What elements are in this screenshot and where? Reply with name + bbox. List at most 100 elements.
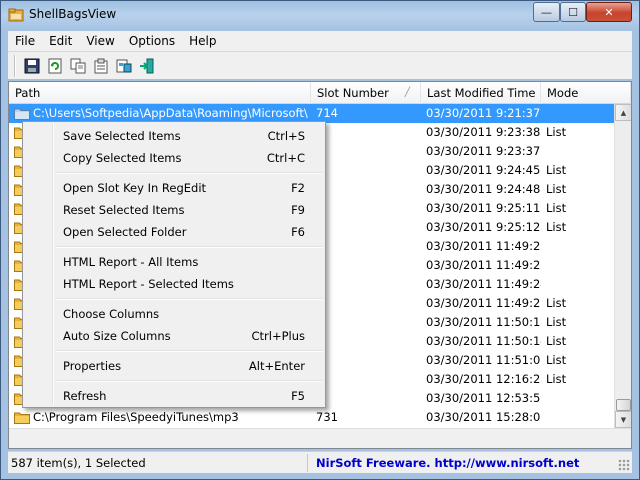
cell-mode xyxy=(546,275,606,294)
cell-mode: List xyxy=(546,334,567,348)
exit-icon xyxy=(139,58,153,73)
exit-button[interactable] xyxy=(135,55,158,77)
cell-mode xyxy=(546,237,606,256)
context-menu-item[interactable]: Refresh F5 xyxy=(25,385,323,407)
menu-item-label: Open Slot Key In RegEdit xyxy=(63,181,207,195)
cell-mode: List xyxy=(546,125,567,139)
cell-slot-number: 9 xyxy=(316,199,416,218)
cell-mode: List xyxy=(546,296,567,310)
column-header-slot[interactable]: Slot Number ╱ xyxy=(311,82,421,104)
context-menu-item[interactable]: Open Slot Key In RegEdit F2 xyxy=(25,177,323,199)
save-icon xyxy=(24,58,39,73)
menu-edit[interactable]: Edit xyxy=(42,34,79,48)
context-menu-item[interactable]: HTML Report - All Items xyxy=(25,251,323,273)
cell-mode: List xyxy=(546,315,567,329)
menu-item-label: Choose Columns xyxy=(63,307,160,321)
app-icon xyxy=(8,8,24,22)
menu-item-shortcut: F9 xyxy=(291,203,305,217)
open-regedit-icon xyxy=(116,59,131,72)
toolbar-separator xyxy=(14,54,16,77)
menu-item-label: Properties xyxy=(63,359,122,373)
cell-mode: List xyxy=(546,201,567,215)
menu-view[interactable]: View xyxy=(79,34,121,48)
properties-icon xyxy=(94,58,107,73)
cell-modified-time: 03/30/2011 12:53:58 xyxy=(426,391,541,405)
cell-slot-number: 7 xyxy=(316,161,416,180)
refresh-icon xyxy=(48,58,61,73)
cell-slot-number: 8 xyxy=(316,370,416,389)
cell-modified-time: 03/30/2011 11:50:12 xyxy=(426,315,541,329)
cell-mode xyxy=(546,389,606,408)
context-menu-item[interactable]: HTML Report - Selected Items xyxy=(25,273,323,295)
context-menu-item[interactable]: Choose Columns xyxy=(25,303,323,325)
cell-modified-time: 03/30/2011 11:49:21 xyxy=(426,239,541,253)
save-button[interactable] xyxy=(20,55,43,77)
cell-slot-number: 2 xyxy=(316,256,416,275)
scroll-thumb[interactable] xyxy=(616,399,631,411)
cell-modified-time: 03/30/2011 9:24:48 xyxy=(426,182,541,196)
cell-slot-number: 5 xyxy=(316,123,416,142)
cell-mode: List xyxy=(546,182,567,196)
copy-button[interactable] xyxy=(66,55,89,77)
cell-modified-time: 03/30/2011 11:50:14 xyxy=(426,334,541,348)
column-header-path[interactable]: Path xyxy=(9,82,311,104)
cell-modified-time: 03/30/2011 9:21:37 xyxy=(426,106,541,120)
cell-modified-time: 03/30/2011 9:23:37 xyxy=(426,144,541,158)
column-header-time[interactable]: Last Modified Time xyxy=(421,82,541,104)
cell-mode xyxy=(546,142,606,161)
open-regedit-button[interactable] xyxy=(112,55,135,77)
cell-modified-time: 03/30/2011 9:25:12 xyxy=(426,220,541,234)
cell-mode: List xyxy=(546,353,567,367)
cell-slot-number: 1 xyxy=(316,237,416,256)
menu-item-label: Copy Selected Items xyxy=(63,151,182,165)
menu-file[interactable]: File xyxy=(8,34,42,48)
minimize-button[interactable]: — xyxy=(533,2,560,22)
menu-item-shortcut: F5 xyxy=(291,389,305,403)
cell-mode xyxy=(546,256,606,275)
properties-button[interactable] xyxy=(89,55,112,77)
scroll-down-icon[interactable]: ▼ xyxy=(615,411,631,428)
cell-slot-number: 731 xyxy=(316,410,338,424)
cell-slot-number: 9 xyxy=(316,389,416,408)
cell-slot-number: 4 xyxy=(316,294,416,313)
menu-separator xyxy=(55,172,323,174)
cell-mode: List xyxy=(546,163,567,177)
status-item-count: 587 item(s), 1 Selected xyxy=(8,454,308,472)
nirsoft-link[interactable]: NirSoft Freeware. http://www.nirsoft.net xyxy=(316,454,579,472)
copy-icon xyxy=(70,58,85,73)
context-menu-item[interactable]: Properties Alt+Enter xyxy=(25,355,323,377)
cell-modified-time: 03/30/2011 9:24:45 xyxy=(426,163,541,177)
scroll-up-icon[interactable]: ▲ xyxy=(615,104,631,121)
menu-item-shortcut: Alt+Enter xyxy=(248,359,305,373)
cell-slot-number: 8 xyxy=(316,180,416,199)
column-header-mode[interactable]: Mode xyxy=(541,82,631,104)
title-bar[interactable]: ShellBagsView — ☐ ✕ xyxy=(1,1,639,31)
cell-modified-time: 03/30/2011 11:49:24 xyxy=(426,277,541,291)
menu-separator xyxy=(55,246,323,248)
context-menu-item[interactable]: Auto Size Columns Ctrl+Plus xyxy=(25,325,323,347)
menu-item-shortcut: F2 xyxy=(291,181,305,195)
context-menu-item[interactable]: Open Selected Folder F6 xyxy=(25,221,323,243)
context-menu-item[interactable]: Save Selected Items Ctrl+S xyxy=(25,125,323,147)
context-menu-item[interactable]: Reset Selected Items F9 xyxy=(25,199,323,221)
menu-item-shortcut: Ctrl+S xyxy=(267,129,305,143)
cell-mode xyxy=(546,104,606,123)
cell-modified-time: 03/30/2011 9:23:38 xyxy=(426,125,541,139)
close-button[interactable]: ✕ xyxy=(586,2,632,22)
maximize-button[interactable]: ☐ xyxy=(560,2,586,22)
cell-modified-time: 03/30/2011 12:16:22 xyxy=(426,372,541,386)
window-title: ShellBagsView xyxy=(29,7,117,21)
context-menu-item[interactable]: Copy Selected Items Ctrl+C xyxy=(25,147,323,169)
resize-grip-icon[interactable] xyxy=(618,459,630,471)
table-row[interactable]: C:\Program Files\SpeedyiTunes\mp3 731 03/3… xyxy=(9,408,614,427)
vertical-scrollbar[interactable]: ▲ ▼ xyxy=(614,104,631,428)
status-bar: 587 item(s), 1 Selected NirSoft Freeware… xyxy=(8,451,632,473)
column-header-slot-label: Slot Number xyxy=(317,86,389,100)
menu-options[interactable]: Options xyxy=(122,34,182,48)
menu-item-shortcut: Ctrl+C xyxy=(266,151,305,165)
menu-item-label: Auto Size Columns xyxy=(63,329,171,343)
cell-slot-number: 714 xyxy=(316,106,338,120)
menu-separator xyxy=(55,380,323,382)
refresh-button[interactable] xyxy=(43,55,66,77)
menu-help[interactable]: Help xyxy=(182,34,223,48)
